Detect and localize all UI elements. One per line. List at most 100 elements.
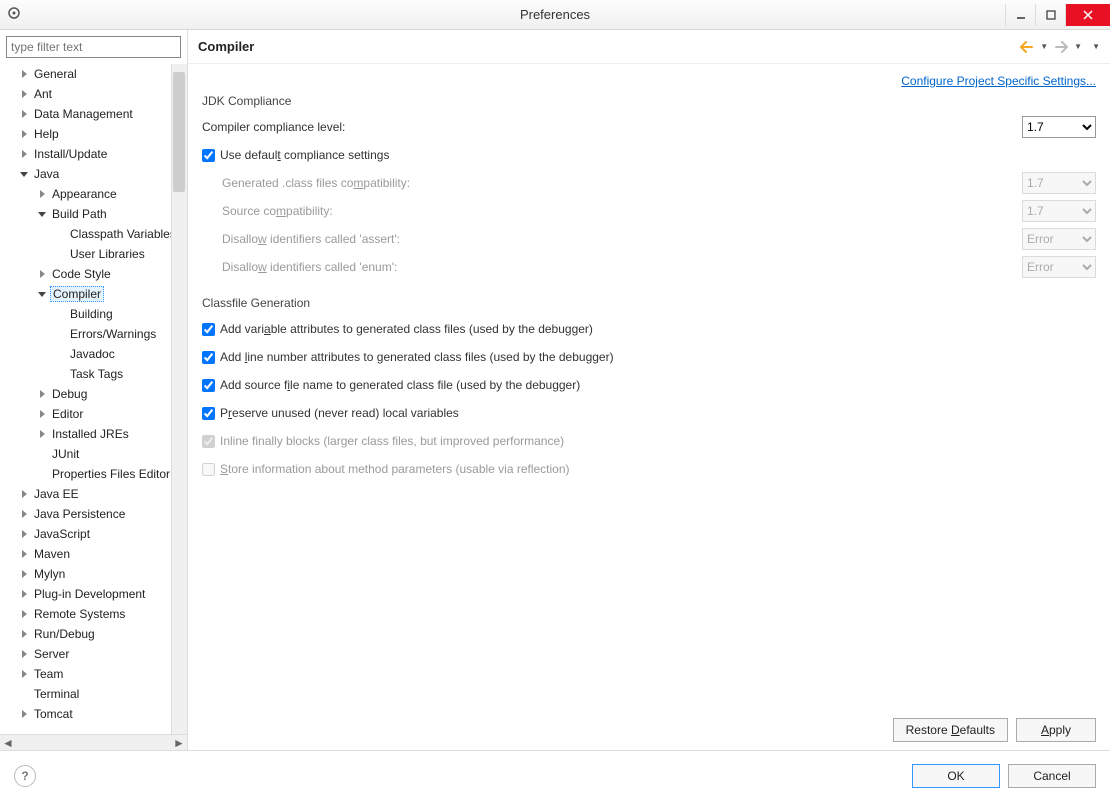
collapsed-arrow-icon[interactable]: [18, 628, 30, 640]
forward-button[interactable]: [1052, 38, 1070, 56]
tree-node[interactable]: Terminal: [4, 684, 187, 704]
tree-node[interactable]: Properties Files Editor: [4, 464, 187, 484]
close-button[interactable]: [1065, 4, 1110, 26]
tree-node[interactable]: Debug: [4, 384, 187, 404]
var-attr-checkbox[interactable]: [202, 323, 215, 336]
collapsed-arrow-icon[interactable]: [18, 108, 30, 120]
ok-button[interactable]: OK: [912, 764, 1000, 788]
tree-node[interactable]: Tomcat: [4, 704, 187, 724]
filter-input[interactable]: [6, 36, 181, 58]
tree-node[interactable]: Errors/Warnings: [4, 324, 187, 344]
scroll-left-icon[interactable]: ◄: [0, 735, 16, 751]
collapsed-arrow-icon[interactable]: [36, 268, 48, 280]
collapsed-arrow-icon[interactable]: [18, 588, 30, 600]
collapsed-arrow-icon[interactable]: [18, 608, 30, 620]
compliance-level-select[interactable]: 1.7: [1022, 116, 1096, 138]
tree-node-label: Server: [32, 647, 71, 661]
collapsed-arrow-icon[interactable]: [36, 428, 48, 440]
collapsed-arrow-icon[interactable]: [18, 148, 30, 160]
collapsed-arrow-icon[interactable]: [18, 568, 30, 580]
tree-node[interactable]: Install/Update: [4, 144, 187, 164]
tree-node-label: Mylyn: [32, 567, 67, 581]
titlebar: Preferences: [0, 0, 1110, 30]
collapsed-arrow-icon[interactable]: [18, 488, 30, 500]
line-num-checkbox[interactable]: [202, 351, 215, 364]
tree-node-label: Appearance: [50, 187, 119, 201]
tree-node[interactable]: Maven: [4, 544, 187, 564]
tree-node[interactable]: Compiler: [4, 284, 187, 304]
collapsed-arrow-icon[interactable]: [18, 508, 30, 520]
apply-button[interactable]: Apply: [1016, 718, 1096, 742]
collapsed-arrow-icon[interactable]: [36, 188, 48, 200]
minimize-button[interactable]: [1005, 4, 1035, 26]
collapsed-arrow-icon[interactable]: [18, 528, 30, 540]
tree-node[interactable]: Editor: [4, 404, 187, 424]
vertical-scrollbar[interactable]: [171, 64, 187, 734]
back-menu-icon[interactable]: ▼: [1040, 42, 1048, 51]
tree-node[interactable]: Task Tags: [4, 364, 187, 384]
tree-node[interactable]: Remote Systems: [4, 604, 187, 624]
tree-node-label: JavaScript: [32, 527, 92, 541]
use-default-label: Use default compliance settings: [220, 148, 389, 162]
expanded-arrow-icon[interactable]: [36, 288, 48, 300]
scroll-right-icon[interactable]: ►: [171, 735, 187, 751]
arrow-none: [54, 248, 66, 260]
src-file-label: Add source file name to generated class …: [220, 378, 580, 392]
tree-node[interactable]: Team: [4, 664, 187, 684]
restore-defaults-button[interactable]: Restore Defaults: [893, 718, 1008, 742]
tree-node[interactable]: Appearance: [4, 184, 187, 204]
collapsed-arrow-icon[interactable]: [18, 88, 30, 100]
use-default-checkbox[interactable]: [202, 149, 215, 162]
tree-node[interactable]: Server: [4, 644, 187, 664]
tree-node[interactable]: General: [4, 64, 187, 84]
tree-node-label: Building: [68, 307, 115, 321]
tree-node[interactable]: Help: [4, 124, 187, 144]
tree-node[interactable]: Run/Debug: [4, 624, 187, 644]
collapsed-arrow-icon[interactable]: [18, 128, 30, 140]
preference-tree[interactable]: GeneralAntData ManagementHelpInstall/Upd…: [0, 64, 187, 734]
collapsed-arrow-icon[interactable]: [36, 388, 48, 400]
tree-node[interactable]: Java Persistence: [4, 504, 187, 524]
tree-node[interactable]: Installed JREs: [4, 424, 187, 444]
tree-node[interactable]: User Libraries: [4, 244, 187, 264]
view-menu-icon[interactable]: ▼: [1092, 42, 1100, 51]
tree-node[interactable]: Java: [4, 164, 187, 184]
tree-node[interactable]: Mylyn: [4, 564, 187, 584]
compliance-level-label: Compiler compliance level:: [202, 120, 345, 134]
horizontal-scrollbar[interactable]: ◄ ►: [0, 734, 187, 750]
src-file-checkbox[interactable]: [202, 379, 215, 392]
help-icon[interactable]: ?: [14, 765, 36, 787]
cancel-button[interactable]: Cancel: [1008, 764, 1096, 788]
tree-node[interactable]: Ant: [4, 84, 187, 104]
disallow-enum-select: Error: [1022, 256, 1096, 278]
tree-node[interactable]: JUnit: [4, 444, 187, 464]
tree-node[interactable]: Classpath Variables: [4, 224, 187, 244]
tree-node[interactable]: Code Style: [4, 264, 187, 284]
collapsed-arrow-icon[interactable]: [18, 68, 30, 80]
maximize-button[interactable]: [1035, 4, 1065, 26]
disallow-assert-label: Disallow identifiers called 'assert':: [222, 232, 400, 246]
tree-node[interactable]: Build Path: [4, 204, 187, 224]
collapsed-arrow-icon[interactable]: [36, 408, 48, 420]
tree-node-label: Task Tags: [68, 367, 125, 381]
expanded-arrow-icon[interactable]: [18, 168, 30, 180]
collapsed-arrow-icon[interactable]: [18, 548, 30, 560]
configure-project-link[interactable]: Configure Project Specific Settings...: [901, 74, 1096, 88]
collapsed-arrow-icon[interactable]: [18, 708, 30, 720]
preserve-checkbox[interactable]: [202, 407, 215, 420]
collapsed-arrow-icon[interactable]: [18, 648, 30, 660]
arrow-none: [36, 468, 48, 480]
scrollbar-thumb[interactable]: [173, 72, 185, 192]
expanded-arrow-icon[interactable]: [36, 208, 48, 220]
tree-node[interactable]: Data Management: [4, 104, 187, 124]
back-button[interactable]: [1018, 38, 1036, 56]
tree-node[interactable]: JavaScript: [4, 524, 187, 544]
tree-node[interactable]: Javadoc: [4, 344, 187, 364]
tree-node[interactable]: Building: [4, 304, 187, 324]
arrow-none: [36, 448, 48, 460]
tree-node[interactable]: Java EE: [4, 484, 187, 504]
gen-class-select: 1.7: [1022, 172, 1096, 194]
collapsed-arrow-icon[interactable]: [18, 668, 30, 680]
tree-node[interactable]: Plug-in Development: [4, 584, 187, 604]
forward-menu-icon[interactable]: ▼: [1074, 42, 1082, 51]
